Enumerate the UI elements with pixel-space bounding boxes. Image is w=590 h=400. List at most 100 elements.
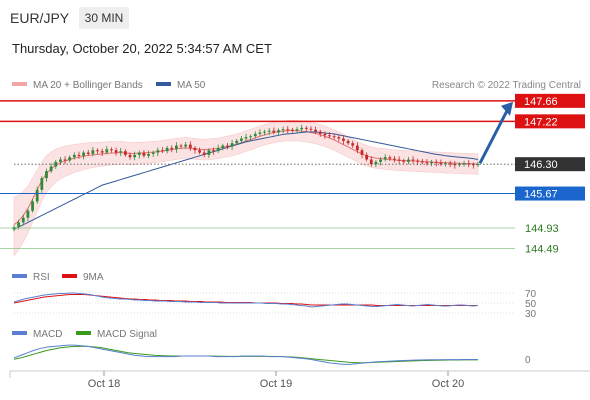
price-chart[interactable]: 147.66147.22146.30145.67144.93144.497050… — [0, 0, 590, 400]
candle-body — [161, 150, 164, 152]
candle-body — [110, 149, 113, 151]
candle-body — [258, 132, 262, 134]
candle-body — [35, 189, 39, 202]
candle-body — [17, 222, 21, 228]
candle-body — [68, 157, 72, 161]
candle-body — [137, 152, 141, 155]
candle-body — [342, 138, 345, 141]
candle-body — [184, 144, 188, 147]
candle-body — [239, 138, 243, 141]
candle-body — [188, 144, 192, 148]
candle-body — [123, 151, 127, 155]
macd-tick-label: 0 — [525, 355, 531, 366]
candle-body — [253, 133, 257, 137]
candle-body — [332, 136, 336, 138]
candle-body — [318, 131, 322, 134]
candle-body — [346, 140, 350, 144]
target-label: 144.93 — [525, 223, 559, 235]
candle-body — [100, 151, 104, 153]
candle-body — [309, 128, 313, 130]
candle-body — [175, 145, 178, 150]
resistance-label: 147.66 — [524, 96, 558, 108]
rsi-line — [13, 292, 479, 308]
candle-body — [337, 137, 341, 139]
candle-body — [355, 145, 359, 151]
candle-body — [277, 130, 280, 133]
candle-body — [407, 159, 410, 162]
candle-body — [45, 171, 48, 179]
candle-body — [147, 153, 150, 156]
candle-body — [142, 152, 146, 156]
candle-body — [170, 147, 174, 150]
candle-body — [286, 129, 290, 131]
candle-body — [369, 159, 373, 165]
candle-body — [244, 137, 248, 139]
candle-body — [226, 145, 229, 147]
x-tick-label: Oct 18 — [88, 378, 120, 390]
candle-body — [49, 166, 53, 172]
candle-body — [411, 159, 415, 161]
candle-body — [434, 161, 438, 163]
candle-body — [63, 159, 67, 161]
candle-body — [383, 157, 387, 160]
candles-group — [12, 124, 480, 232]
candle-body — [198, 150, 201, 153]
candle-body — [304, 127, 308, 129]
current-price-label: 146.30 — [524, 159, 558, 171]
candle-body — [133, 154, 137, 158]
candle-body — [425, 162, 429, 164]
candle-body — [86, 152, 90, 154]
candle-body — [388, 157, 392, 159]
candle-body — [193, 147, 197, 151]
candle-body — [360, 150, 364, 155]
candle-body — [402, 160, 406, 162]
candle-body — [393, 158, 396, 160]
candle-body — [420, 161, 424, 163]
candle-body — [202, 152, 206, 155]
candle-body — [26, 210, 30, 218]
candle-body — [295, 129, 299, 131]
candle-body — [272, 130, 276, 133]
candle-body — [281, 129, 285, 131]
candle-body — [165, 147, 169, 152]
candle-body — [212, 150, 215, 152]
candle-body — [379, 159, 382, 162]
candle-body — [314, 129, 317, 132]
candle-body — [323, 133, 327, 136]
candle-body — [31, 201, 34, 211]
x-tick-label: Oct 19 — [260, 378, 292, 390]
target-label: 144.49 — [525, 243, 559, 255]
candle-body — [300, 127, 304, 130]
candle-body — [77, 154, 81, 156]
rsi-tick-label: 30 — [525, 309, 537, 320]
candle-body — [72, 154, 76, 158]
candle-body — [230, 143, 234, 147]
candle-body — [21, 217, 25, 223]
rsi-ma-line — [13, 294, 478, 306]
candle-body — [105, 149, 109, 153]
candle-body — [128, 154, 132, 158]
candle-body — [151, 152, 155, 154]
candle-body — [179, 145, 183, 147]
candle-body — [351, 143, 355, 146]
candle-body — [235, 140, 239, 144]
resistance-label: 147.22 — [524, 116, 558, 128]
candle-body — [397, 159, 401, 161]
candle-body — [96, 150, 99, 152]
candle-body — [40, 178, 44, 190]
candle-body — [416, 160, 420, 162]
candle-body — [119, 151, 123, 153]
candle-body — [114, 150, 118, 153]
candle-body — [328, 135, 331, 137]
candle-body — [156, 150, 160, 153]
candle-body — [267, 130, 271, 132]
candle-body — [82, 152, 85, 156]
x-tick-label: Oct 20 — [432, 378, 464, 390]
candle-body — [207, 150, 211, 155]
candle-body — [216, 147, 220, 152]
candle-body — [91, 150, 95, 154]
candle-body — [365, 154, 369, 160]
candle-body — [430, 161, 433, 164]
candle-body — [291, 129, 294, 131]
candle-body — [59, 159, 62, 162]
